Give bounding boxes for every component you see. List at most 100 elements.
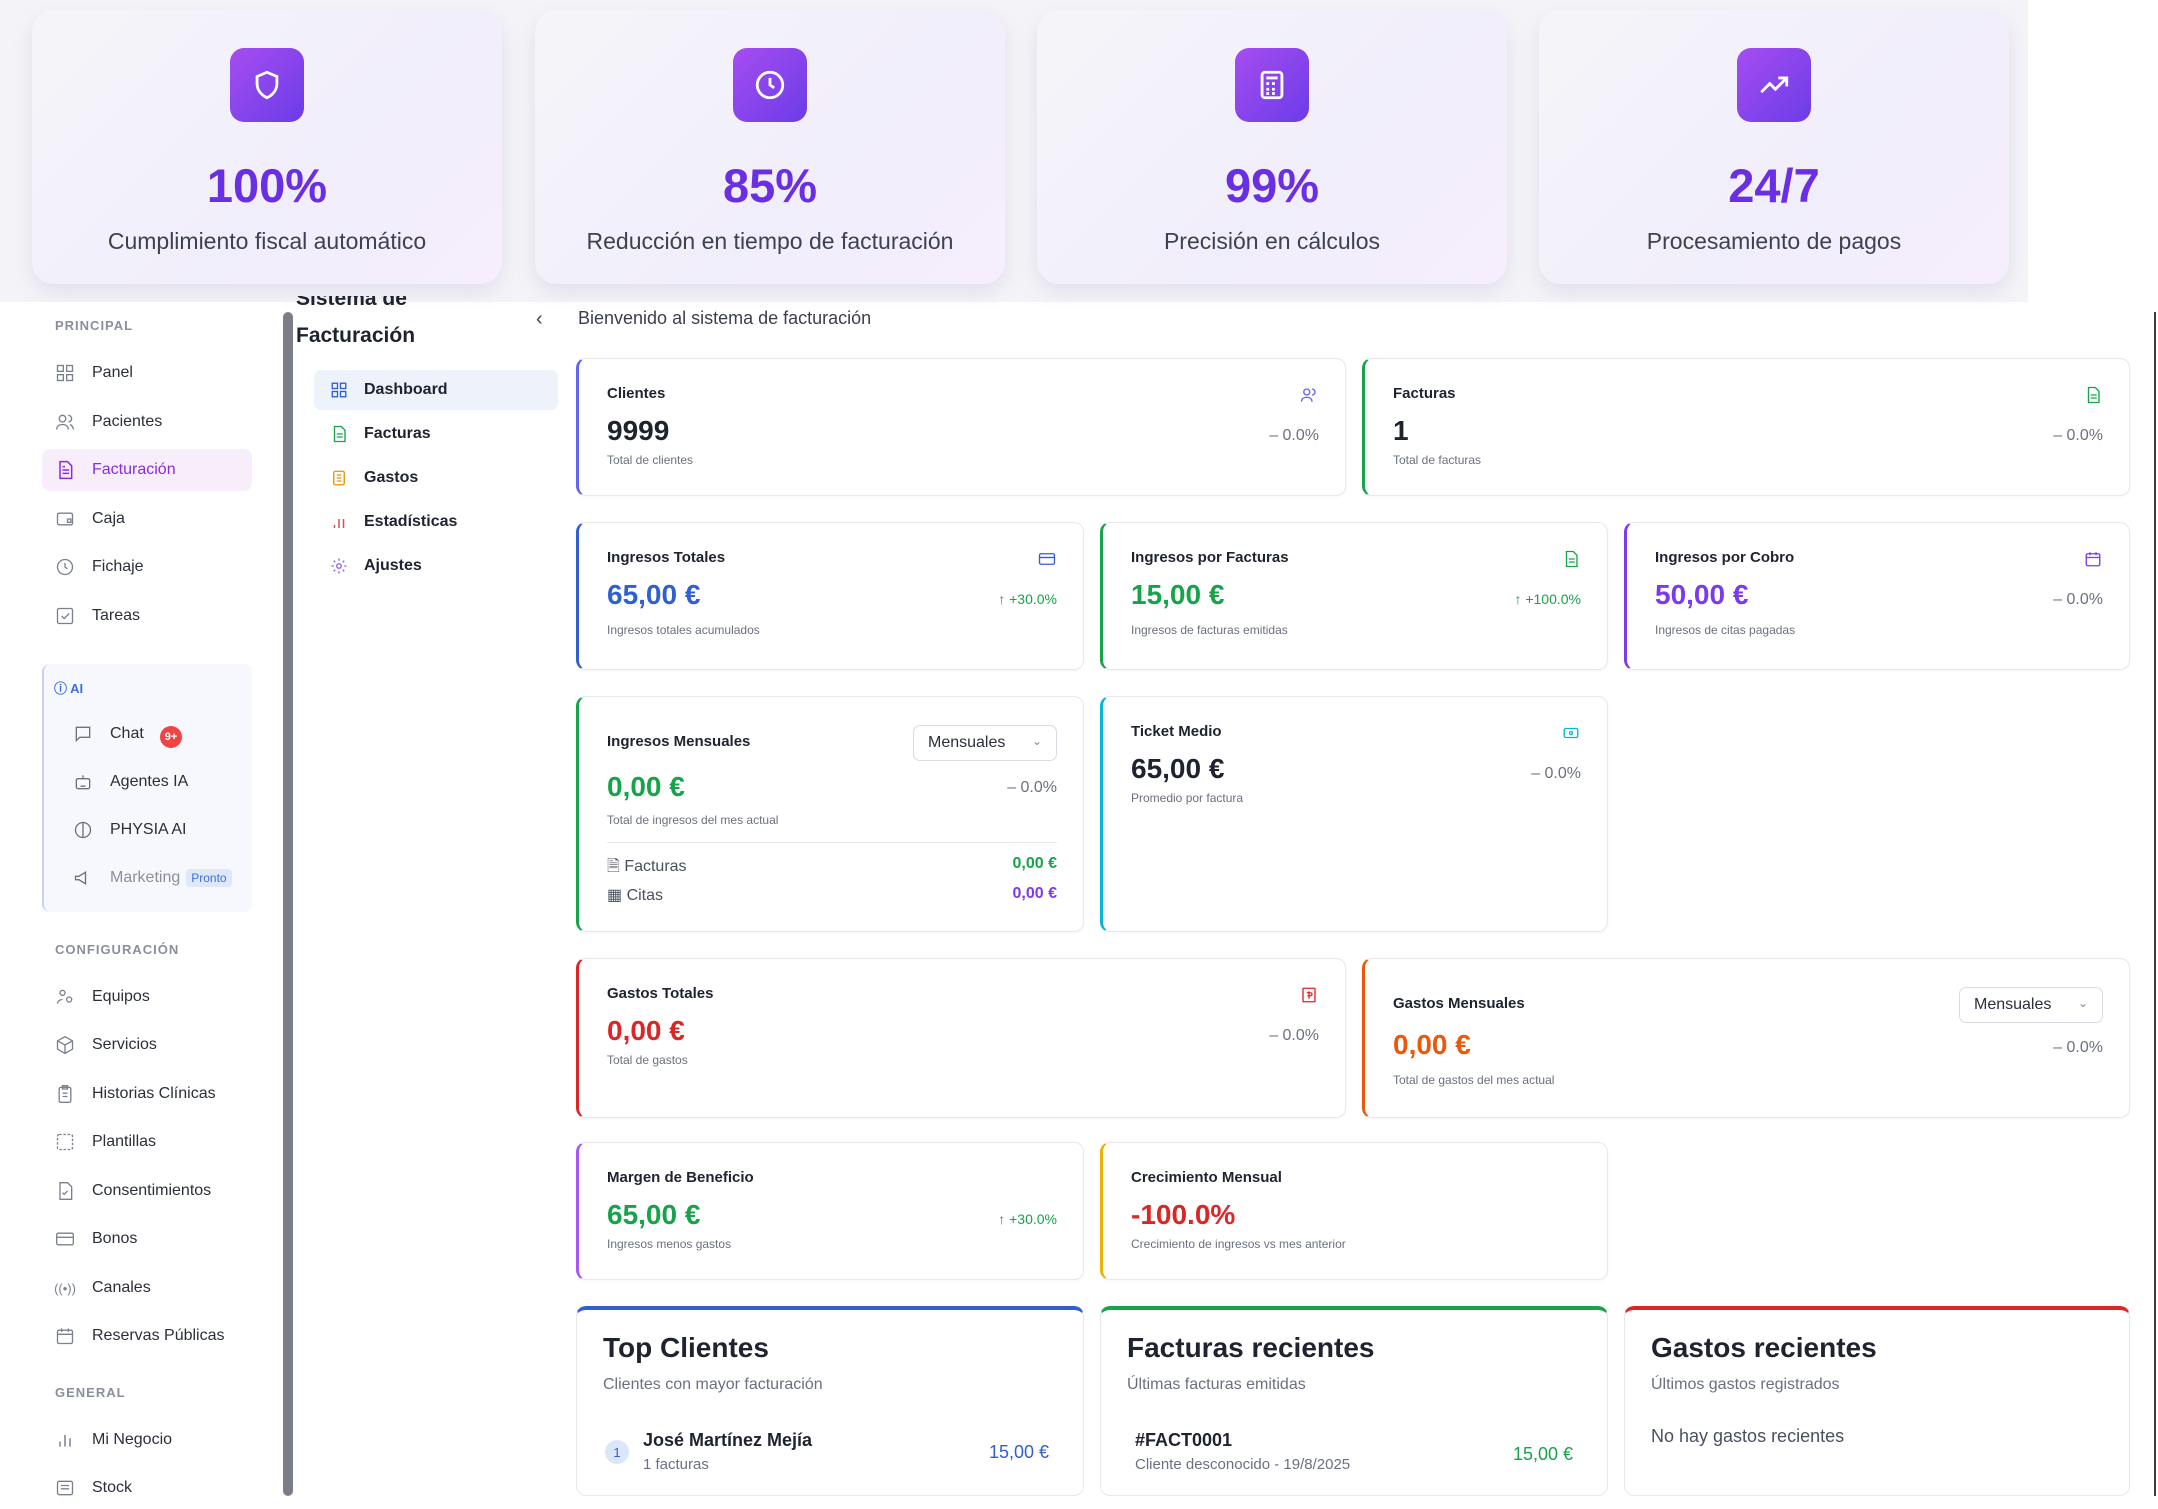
sidebar-item-caja[interactable]: Caja — [42, 498, 252, 540]
sidebar-item-physia[interactable]: PHYSIA AI — [72, 810, 186, 850]
sidebar-item-bonos[interactable]: Bonos — [42, 1218, 252, 1260]
grid-icon — [54, 362, 76, 384]
card-value: 65,00 € — [607, 1199, 701, 1230]
card-change: – 0.0% — [2053, 591, 2103, 608]
clipboard-icon — [54, 1083, 76, 1105]
subnav-item-ajustes[interactable]: Ajustes — [314, 546, 558, 586]
file-icon: 🗎 — [607, 858, 625, 875]
team-icon — [54, 986, 76, 1008]
card-ingresos-totales: Ingresos Totales 65,00 € Ingresos totale… — [576, 522, 1084, 670]
sidebar-item-consentimientos[interactable]: Consentimientos — [42, 1170, 252, 1212]
subnav-item-label: Dashboard — [364, 381, 448, 398]
card-change: ↑ +100.0% — [1514, 591, 1581, 607]
info-icon: ⓘ — [54, 681, 71, 696]
card-ingresos-cobro: Ingresos por Cobro 50,00 € Ingresos de c… — [1624, 522, 2130, 670]
card-subtitle: Crecimiento de ingresos vs mes anterior — [1131, 1237, 1346, 1251]
invoice-meta: Cliente desconocido - 19/8/2025 — [1135, 1456, 1351, 1473]
subnav-item-gastos[interactable]: Gastos — [314, 458, 558, 498]
card-gastos-recientes: Gastos recientes Últimos gastos registra… — [1624, 1306, 2130, 1496]
card-title: Gastos recientes — [1651, 1332, 1877, 1363]
sidebar-item-reservas[interactable]: Reservas Públicas — [42, 1315, 252, 1357]
sidebar-item-label: Stock — [92, 1479, 133, 1496]
client-amount: 15,00 € — [988, 1442, 1049, 1462]
sidebar-item-servicios[interactable]: Servicios — [42, 1024, 252, 1066]
card-value: 65,00 € — [1131, 753, 1225, 784]
clock-icon — [54, 556, 76, 578]
card-change: – 0.0% — [1269, 427, 1319, 444]
breakdown-facturas: 🗎 Facturas — [607, 858, 687, 875]
hero-label: Procesamiento de pagos — [1646, 228, 1902, 254]
sidebar-item-label: Consentimientos — [92, 1182, 212, 1199]
card-title: Ingresos Totales — [607, 549, 726, 566]
chat-unread-badge: 9+ — [160, 726, 182, 748]
file-text-icon — [1561, 549, 1581, 569]
card-subtitle: Clientes con mayor facturación — [603, 1376, 823, 1393]
subnav-item-estadisticas[interactable]: Estadísticas — [314, 502, 558, 542]
card-subtitle: Total de gastos del mes actual — [1393, 1073, 1555, 1087]
sidebar-item-chat[interactable]: Chat — [72, 714, 144, 754]
breakdown-citas: ▦ Citas — [607, 887, 664, 904]
bot-icon — [72, 771, 94, 793]
megaphone-icon — [72, 867, 94, 889]
subnav-item-dashboard[interactable]: Dashboard — [314, 370, 558, 410]
card-value: -100.0% — [1131, 1199, 1236, 1230]
sidebar-scrollbar[interactable] — [283, 312, 293, 1496]
sidebar-item-label: Fichaje — [92, 558, 144, 575]
card-icon — [54, 1228, 76, 1250]
sidebar-item-facturacion[interactable]: Facturación — [42, 449, 252, 491]
wallet-icon — [54, 508, 76, 530]
sidebar-item-label: Historias Clínicas — [92, 1085, 216, 1102]
file-text-icon — [328, 425, 350, 443]
card-value: 50,00 € — [1655, 579, 1749, 610]
sidebar-item-label: Servicios — [92, 1036, 157, 1053]
sidebar-item-label: Pacientes — [92, 413, 163, 430]
card-crecimiento-mensual: Crecimiento Mensual -100.0% Crecimiento … — [1100, 1142, 1608, 1280]
calendar-icon: ▦ — [607, 887, 627, 904]
card-gastos-mensuales: Gastos Mensuales Mensuales ⌄ 0,00 € Tota… — [1362, 958, 2130, 1118]
card-clientes: Clientes 9999 Total de clientes – 0.0% — [576, 358, 1346, 496]
sidebar-item-agentes[interactable]: Agentes IA — [72, 762, 188, 802]
hero-value: 100% — [206, 159, 328, 212]
card-ingresos-mensuales: Ingresos Mensuales Mensuales ⌄ 0,00 € To… — [576, 696, 1084, 932]
subnav-title: Facturación — [296, 324, 416, 347]
calendar-icon — [2083, 549, 2103, 569]
sidebar-item-canales[interactable]: ((•)) Canales — [42, 1267, 252, 1309]
sidebar-item-historias[interactable]: Historias Clínicas — [42, 1073, 252, 1115]
ai-group: ⓘ AI Chat Agentes IA PHYSIA AI Marketing… — [42, 664, 252, 912]
card-title: Facturas recientes — [1127, 1332, 1375, 1363]
invoice-id[interactable]: #FACT0001 — [1135, 1430, 1232, 1451]
file-check-icon — [54, 1180, 76, 1202]
sidebar-item-mi-negocio[interactable]: Mi Negocio — [42, 1419, 252, 1461]
credit-card-icon — [1037, 549, 1057, 569]
subnav-item-facturas[interactable]: Facturas — [314, 414, 558, 454]
chevron-down-icon: ⌄ — [2077, 996, 2088, 1010]
trending-up-icon — [1737, 48, 1811, 122]
facturacion-subnav: Sistema de Facturación ‹ Dashboard Factu… — [296, 296, 566, 1496]
card-title: Gastos Totales — [607, 985, 714, 1002]
card-gastos-totales: Gastos Totales 0,00 € Total de gastos – … — [576, 958, 1346, 1118]
sidebar-item-marketing[interactable]: Marketing Pronto — [72, 858, 232, 898]
sidebar-item-stock[interactable]: Stock — [42, 1467, 252, 1509]
file-text-icon — [2083, 385, 2103, 405]
sidebar-item-fichaje[interactable]: Fichaje — [42, 546, 252, 588]
card-subtitle: Total de gastos — [607, 1053, 688, 1067]
client-name[interactable]: José Martínez Mejía — [643, 1430, 812, 1451]
template-icon — [54, 1131, 76, 1153]
card-title: Ticket Medio — [1131, 723, 1222, 740]
card-change: ↑ +30.0% — [998, 591, 1057, 607]
period-select[interactable]: Mensuales ⌄ — [913, 725, 1057, 761]
card-subtitle: Ingresos totales acumulados — [607, 623, 760, 637]
card-value: 9999 — [607, 415, 670, 446]
sidebar-item-plantillas[interactable]: Plantillas — [42, 1121, 252, 1163]
period-select[interactable]: Mensuales ⌄ — [1959, 987, 2103, 1023]
collapse-chevron-icon[interactable]: ‹ — [536, 308, 543, 331]
sidebar-item-pacientes[interactable]: Pacientes — [42, 401, 252, 443]
sidebar-item-label: Tareas — [92, 607, 141, 624]
sidebar-item-panel[interactable]: Panel — [42, 352, 252, 394]
hero-card-procesamiento: 24/7 Procesamiento de pagos — [1539, 10, 2009, 284]
sidebar-item-equipos[interactable]: Equipos — [42, 976, 252, 1018]
card-value: 15,00 € — [1131, 579, 1225, 610]
sidebar-item-tareas[interactable]: Tareas — [42, 595, 252, 637]
sidebar-item-label: Agentes IA — [110, 773, 189, 790]
hero-card-cumplimiento: 100% Cumplimiento fiscal automático — [32, 10, 502, 284]
